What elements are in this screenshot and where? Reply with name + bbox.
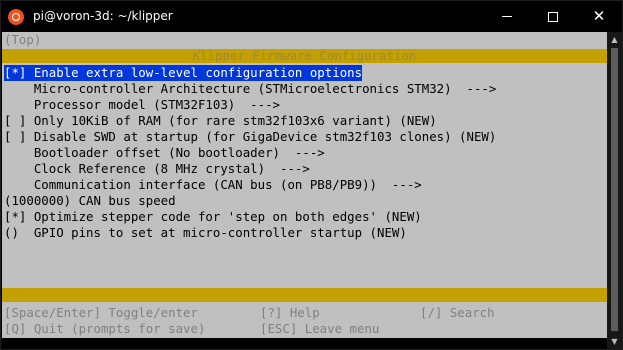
close-button[interactable]: ✕ (576, 1, 622, 32)
scroll-up-arrow-icon[interactable]: ▲ (607, 32, 622, 47)
menu-item[interactable]: [*] Enable extra low-level configuration… (4, 65, 363, 81)
top-marker: (Top) (4, 32, 42, 47)
close-icon: ✕ (592, 7, 606, 25)
menu-item[interactable]: Clock Reference (8 MHz crystal) ---> (4, 161, 310, 177)
menu-item[interactable]: [ ] Only 10KiB of RAM (for rare stm32f10… (4, 113, 437, 129)
menu-item[interactable]: () GPIO pins to set at micro-controller … (4, 225, 407, 241)
title-bar[interactable]: pi@voron-3d: ~/klipper ✕ (1, 1, 622, 32)
bottom-strip (2, 338, 607, 349)
menu-item[interactable]: Processor model (STM32F103) ---> (4, 97, 280, 113)
footer-leave-menu: [ESC] Leave menu (260, 321, 380, 336)
menu-item[interactable]: Communication interface (CAN bus (on PB8… (4, 177, 422, 193)
footer-toggle: [Space/Enter] Toggle/enter (4, 305, 198, 320)
menu-item[interactable]: [*] Optimize stepper code for 'step on b… (4, 209, 422, 225)
footer-band (2, 288, 607, 302)
terminal-window: pi@voron-3d: ~/klipper ✕ (Top) Klipper F… (0, 0, 623, 350)
footer-search: [/] Search (420, 305, 495, 320)
maximize-icon (548, 11, 558, 22)
menu-item[interactable]: (1000000) CAN bus speed (4, 193, 176, 209)
menu-item[interactable]: Micro-controller Architecture (STMicroel… (4, 81, 497, 97)
terminal-screen[interactable]: (Top) Klipper Firmware Configuration [*]… (2, 32, 607, 338)
footer-quit: [Q] Quit (prompts for save) (4, 321, 206, 336)
footer-help: [?] Help (260, 305, 320, 320)
menu-header: Klipper Firmware Configuration (192, 48, 417, 63)
window-title: pi@voron-3d: ~/klipper (33, 9, 173, 23)
minimize-icon (502, 16, 512, 17)
menu-item[interactable]: Bootloader offset (No bootloader) ---> (4, 145, 325, 161)
scroll-thumb[interactable] (611, 48, 618, 331)
ubuntu-icon[interactable] (8, 9, 24, 25)
minimize-button[interactable] (484, 1, 530, 32)
scrollbar[interactable]: ▲ ▼ (607, 32, 622, 349)
maximize-button[interactable] (530, 1, 576, 32)
menu-item[interactable]: [ ] Disable SWD at startup (for GigaDevi… (4, 129, 496, 145)
scroll-down-arrow-icon[interactable]: ▼ (607, 334, 622, 349)
